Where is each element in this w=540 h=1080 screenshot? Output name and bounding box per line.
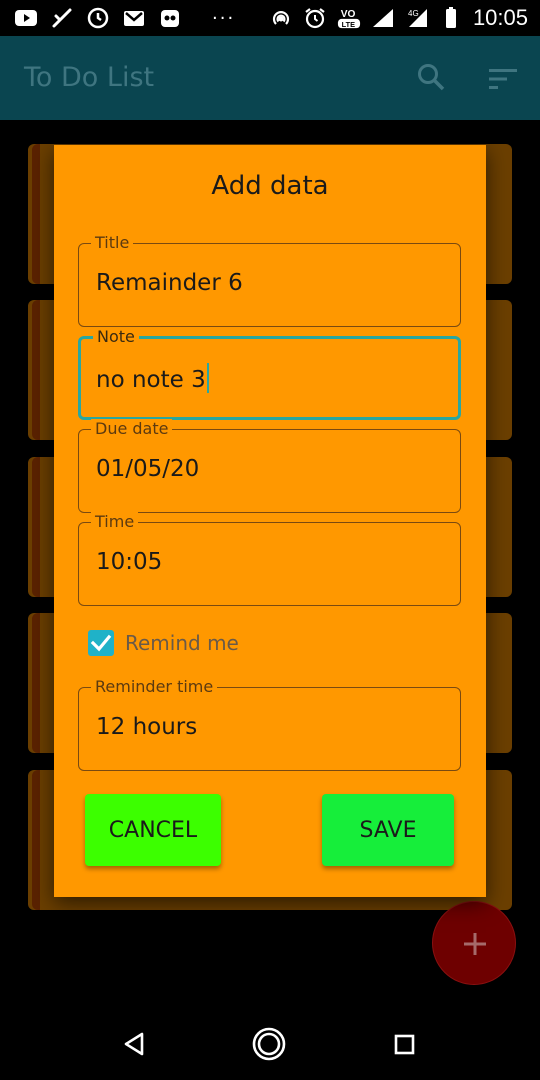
notification-icon — [52, 8, 72, 28]
note-field-value: no note 3 — [96, 363, 209, 393]
search-icon[interactable] — [416, 62, 446, 92]
title-field-value: Remainder 6 — [96, 270, 243, 296]
save-button[interactable]: SAVE — [322, 794, 454, 866]
due-date-field-value: 01/05/20 — [96, 456, 200, 482]
volte-icon: VOLTE — [337, 9, 361, 29]
reminder-time-field-label: Reminder time — [91, 677, 218, 697]
battery-icon — [445, 7, 456, 28]
recents-icon[interactable] — [386, 1026, 422, 1062]
time-field[interactable]: Time 10:05 — [78, 512, 461, 606]
title-field[interactable]: Title Remainder 6 — [78, 233, 461, 327]
signal-icon: 4G — [408, 9, 427, 27]
note-field-label: Note — [93, 327, 139, 347]
note-field-text: no note 3 — [96, 367, 206, 393]
remind-me-checkbox[interactable] — [88, 630, 114, 656]
svg-text:4G: 4G — [408, 9, 419, 18]
note-field[interactable]: Note no note 3 — [78, 327, 461, 420]
clock-time: 10:05 — [472, 5, 528, 30]
add-fab-button[interactable] — [432, 901, 516, 985]
title-field-label: Title — [91, 233, 134, 253]
due-date-field-label: Due date — [91, 419, 173, 439]
home-icon[interactable] — [251, 1026, 287, 1062]
gmail-icon — [124, 11, 144, 26]
navigation-bar — [0, 1008, 540, 1080]
cancel-button[interactable]: CANCEL — [85, 794, 221, 866]
svg-text:VO: VO — [341, 9, 356, 20]
status-bar-system: VO LTE 4G 10:05 — [269, 5, 528, 30]
reminder-time-field-value: 12 hours — [96, 714, 198, 740]
dialog-title: Add data — [211, 171, 329, 201]
filter-icon[interactable] — [488, 66, 518, 92]
check-icon — [90, 634, 112, 652]
svg-text:LTE: LTE — [342, 20, 355, 29]
more-notifications: ··· — [212, 7, 236, 29]
text-cursor — [206, 363, 209, 393]
remind-me-label: Remind me — [125, 631, 239, 655]
status-bar-notifications: ··· — [14, 6, 235, 30]
app-bar: To Do List — [0, 36, 540, 120]
due-date-field[interactable]: Due date 01/05/20 — [78, 419, 461, 513]
clock-icon — [87, 7, 109, 29]
youtube-icon — [15, 10, 37, 26]
app-title: To Do List — [24, 62, 155, 93]
alarm-icon — [305, 8, 325, 29]
wifi-icon — [372, 9, 393, 27]
time-field-label: Time — [91, 512, 139, 532]
reminder-time-field[interactable]: Reminder time 12 hours — [78, 677, 461, 771]
status-bar: ··· VO LTE 4G 10:05 — [0, 0, 540, 36]
hotspot-icon — [272, 11, 289, 25]
add-data-dialog: Add data Title Remainder 6 Note no note … — [54, 145, 486, 897]
add-icon — [464, 933, 486, 955]
time-field-value: 10:05 — [96, 549, 163, 575]
app-icon — [161, 10, 179, 27]
remind-me-row[interactable]: Remind me — [88, 628, 239, 658]
back-icon[interactable] — [117, 1026, 153, 1062]
